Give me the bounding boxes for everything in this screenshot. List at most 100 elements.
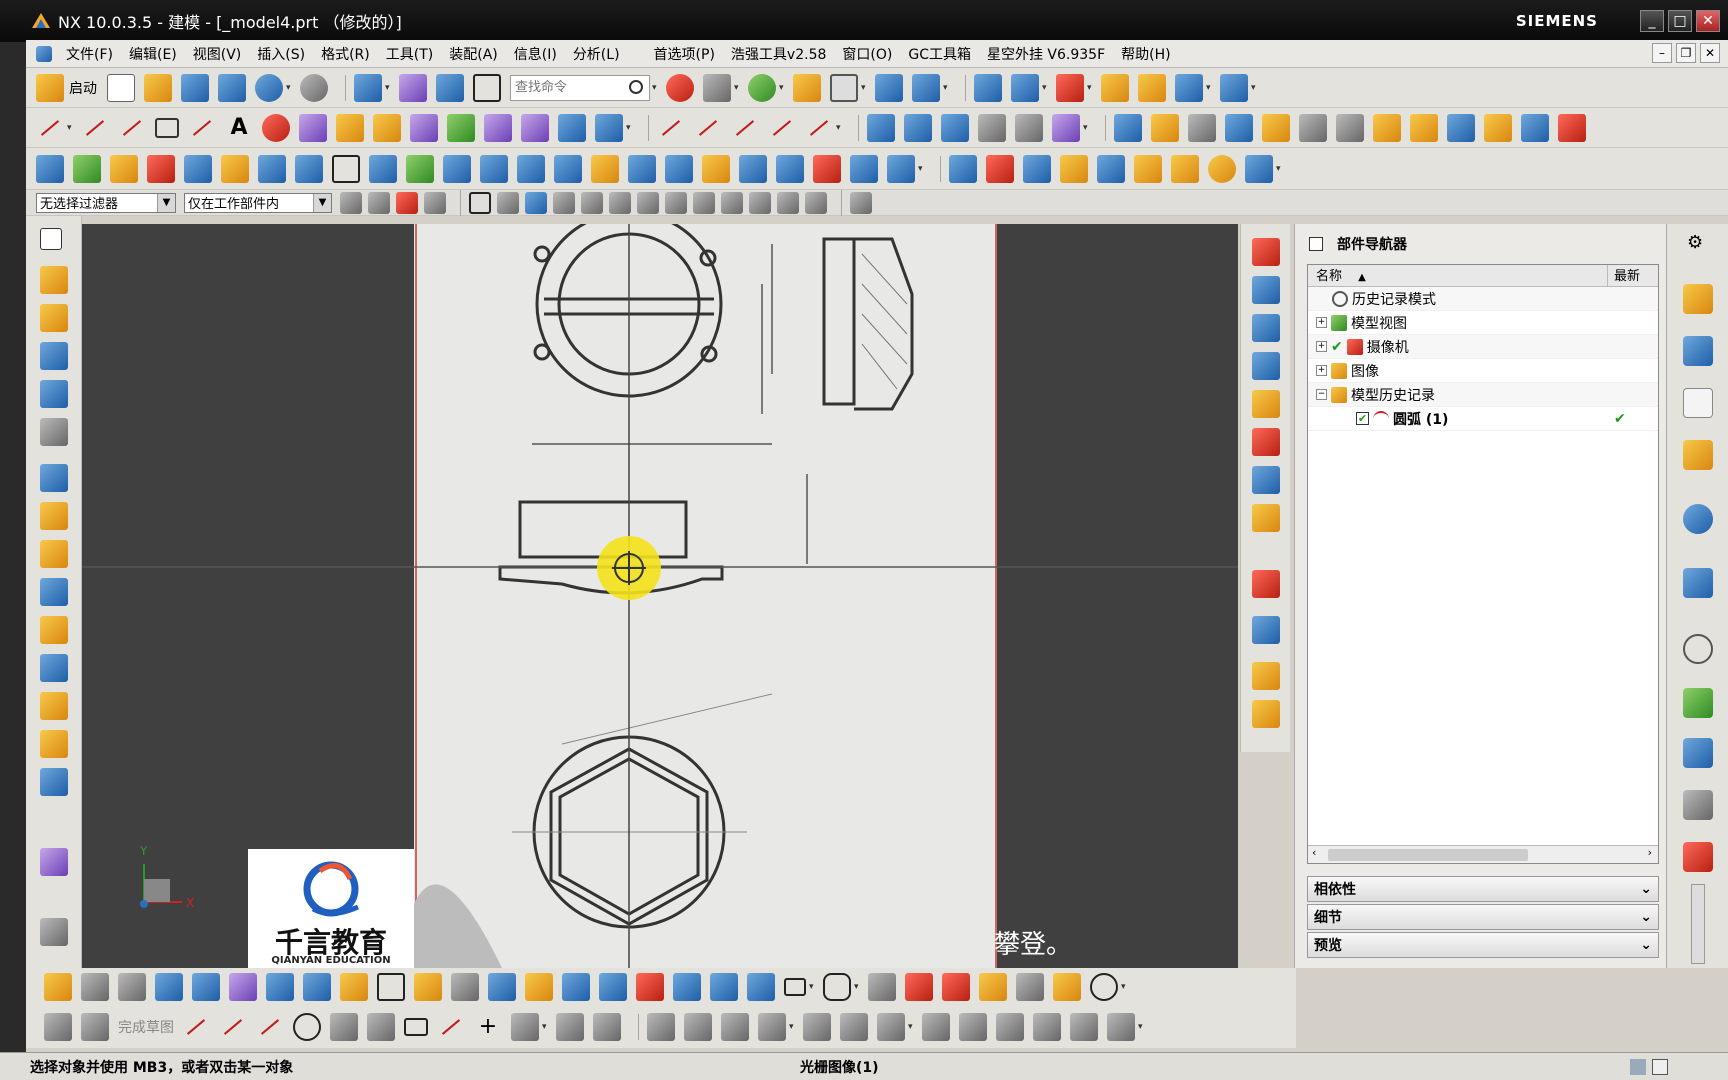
- start-icon[interactable]: [36, 73, 64, 102]
- sketch-rectangle-icon[interactable]: [404, 1018, 428, 1036]
- dxf-icon[interactable]: [949, 154, 977, 183]
- tool-10-icon[interactable]: [1447, 113, 1475, 142]
- divide-curve-icon[interactable]: [595, 113, 623, 142]
- alternate-solution-icon[interactable]: [959, 1013, 987, 1041]
- wcs-dynamic-icon[interactable]: [912, 73, 940, 102]
- sketch-circle-icon[interactable]: [293, 1013, 321, 1041]
- chevron-down-icon[interactable]: ⌄: [1640, 937, 1652, 953]
- feature-14-icon[interactable]: [710, 973, 738, 1001]
- sketch-settings-icon[interactable]: [44, 1013, 72, 1041]
- sketch-arc-icon[interactable]: [256, 1013, 284, 1041]
- sketch-spline-icon[interactable]: [437, 1013, 465, 1041]
- note-icon[interactable]: [1134, 154, 1162, 183]
- plugin-1-icon[interactable]: [184, 154, 212, 183]
- gear-icon[interactable]: ⚙: [1687, 232, 1703, 253]
- feature-15-icon[interactable]: [747, 973, 775, 1001]
- array-icon[interactable]: [40, 540, 68, 568]
- scroll-left-icon[interactable]: ‹: [1312, 846, 1316, 859]
- view-right-icon[interactable]: [1252, 504, 1280, 532]
- dependencies-panel[interactable]: 相依性 ⌄: [1307, 876, 1659, 902]
- search-icon[interactable]: [629, 79, 643, 94]
- feature-11-icon[interactable]: [599, 973, 627, 1001]
- text-icon[interactable]: A: [225, 114, 253, 142]
- edit-section-icon[interactable]: [793, 73, 821, 102]
- tree-row-model-views[interactable]: + 模型视图: [1308, 311, 1658, 335]
- wcs-icon[interactable]: [875, 73, 903, 102]
- icam-icon[interactable]: [813, 154, 841, 183]
- plugin-7-icon[interactable]: [406, 154, 434, 183]
- circle-2-icon[interactable]: [1090, 973, 1118, 1001]
- close-button[interactable]: ✕: [1696, 10, 1720, 32]
- shell-icon[interactable]: [40, 654, 68, 682]
- feature-9-icon[interactable]: [525, 973, 553, 1001]
- palette-icon[interactable]: [1683, 688, 1713, 718]
- view-iso-icon[interactable]: [1252, 662, 1280, 690]
- menu-haoqiang-tools[interactable]: 浩强工具v2.58: [723, 44, 834, 64]
- tool-6-icon[interactable]: [1299, 113, 1327, 142]
- collapse-icon[interactable]: −: [1316, 389, 1327, 400]
- surface-3-icon[interactable]: [941, 113, 969, 142]
- feature-4-icon[interactable]: [340, 973, 368, 1001]
- csys-icon[interactable]: [868, 973, 896, 1001]
- offset-face-icon[interactable]: [40, 768, 68, 796]
- plugin-4-icon[interactable]: [295, 154, 323, 183]
- make-corner-icon[interactable]: [721, 1013, 749, 1041]
- sketch-tool-3-icon[interactable]: [1107, 1013, 1135, 1041]
- doc-restore-button[interactable]: ❐: [1676, 43, 1696, 63]
- feature-7-icon[interactable]: [451, 973, 479, 1001]
- layers-icon[interactable]: [1023, 154, 1051, 183]
- intersect-curve-icon[interactable]: [484, 113, 512, 142]
- expand-icon[interactable]: +: [1316, 341, 1327, 352]
- snap-control-icon[interactable]: [637, 191, 659, 214]
- revolve-icon[interactable]: [40, 304, 68, 332]
- spline-icon[interactable]: [188, 114, 216, 142]
- grid-icon[interactable]: [1175, 73, 1203, 102]
- snap-intersection-icon[interactable]: [665, 191, 687, 214]
- process-studio-icon[interactable]: [1683, 738, 1713, 768]
- feature-6-icon[interactable]: [414, 973, 442, 1001]
- snap-surface-icon[interactable]: [805, 191, 827, 214]
- filter-reset-icon[interactable]: [340, 191, 362, 214]
- rectangle-2-icon[interactable]: [784, 978, 806, 996]
- analysis-icon[interactable]: [1101, 73, 1129, 102]
- plugin-12-icon[interactable]: [591, 154, 619, 183]
- feature-12-icon[interactable]: [636, 973, 664, 1001]
- preview-panel[interactable]: 预览 ⌄: [1307, 932, 1659, 958]
- undo-icon[interactable]: [255, 73, 283, 102]
- menu-tools[interactable]: 工具(T): [378, 44, 441, 64]
- background-icon[interactable]: [748, 73, 776, 102]
- name-icon[interactable]: [887, 154, 915, 183]
- select-intent-icon[interactable]: [396, 191, 418, 214]
- sketch-point-icon[interactable]: +: [474, 1013, 502, 1041]
- tool-7-icon[interactable]: [1336, 113, 1364, 142]
- pattern-icon[interactable]: [40, 502, 68, 530]
- extend-icon[interactable]: [694, 114, 722, 142]
- finish-sketch-icon[interactable]: [81, 1013, 109, 1041]
- boolean-icon[interactable]: [40, 616, 68, 644]
- surface-6-icon[interactable]: [1052, 113, 1080, 142]
- snap-endpoint-icon[interactable]: [581, 191, 603, 214]
- block-icon[interactable]: [40, 342, 68, 370]
- plugin-10-icon[interactable]: [517, 154, 545, 183]
- save-as-icon[interactable]: [218, 73, 246, 102]
- surface-2-icon[interactable]: [904, 113, 932, 142]
- circle-select-icon[interactable]: [942, 973, 970, 1001]
- section-curve-icon[interactable]: [521, 113, 549, 142]
- rectangle-select-icon[interactable]: [469, 191, 491, 214]
- sweep-icon[interactable]: [40, 464, 68, 492]
- edit-icon[interactable]: [118, 973, 146, 1001]
- bridge-curve-icon[interactable]: [373, 113, 401, 142]
- tool-12-icon[interactable]: [1521, 113, 1549, 142]
- point-icon[interactable]: [905, 973, 933, 1001]
- plugin-14-icon[interactable]: [665, 154, 693, 183]
- select-all-icon[interactable]: [497, 191, 519, 214]
- deviation-icon[interactable]: [1138, 73, 1166, 102]
- view-rotate-icon[interactable]: [1252, 352, 1280, 380]
- green-arrow-icon[interactable]: [73, 154, 101, 183]
- view-top-icon[interactable]: [1252, 466, 1280, 494]
- cylinder-icon[interactable]: [40, 380, 68, 408]
- select-body-icon[interactable]: [525, 191, 547, 214]
- extract-curve-icon[interactable]: [447, 113, 475, 142]
- menu-window[interactable]: 窗口(O): [834, 44, 900, 64]
- save-icon[interactable]: [181, 73, 209, 102]
